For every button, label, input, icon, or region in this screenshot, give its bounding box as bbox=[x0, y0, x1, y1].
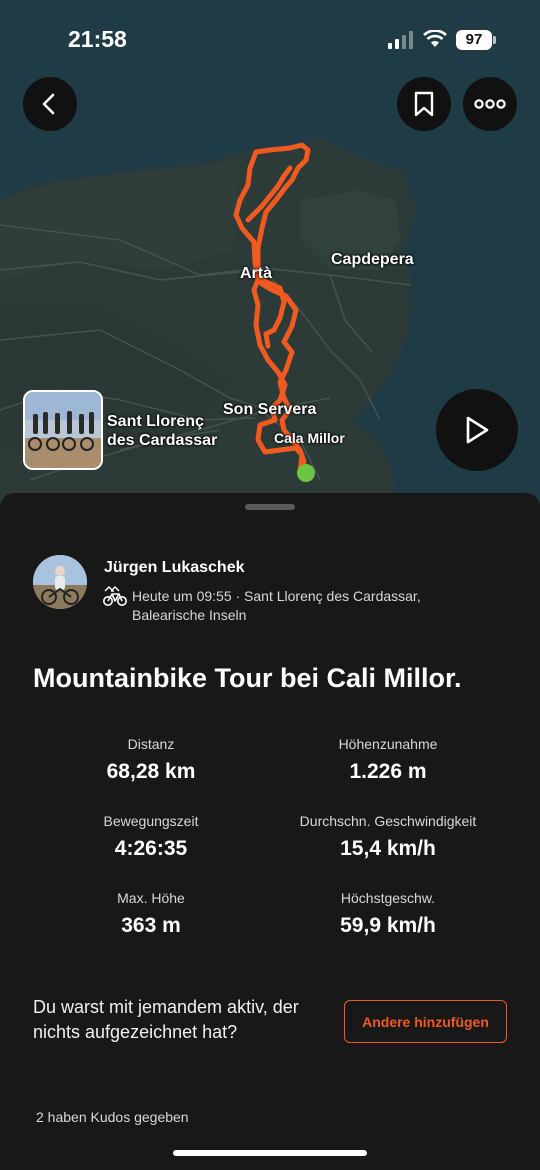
add-others-button[interactable]: Andere hinzufügen bbox=[344, 1000, 507, 1043]
activity-date-location: Heute um 09:55 · Sant Llorenç des Cardas… bbox=[132, 588, 421, 623]
more-dots-icon bbox=[474, 99, 506, 109]
athlete-avatar[interactable] bbox=[33, 555, 87, 609]
activity-title: Mountainbike Tour bei Cali Millor. bbox=[33, 663, 462, 693]
athlete-name[interactable]: Jürgen Lukaschek bbox=[104, 559, 245, 577]
group-photo-icon bbox=[25, 392, 101, 468]
stat-label: Max. Höhe bbox=[117, 890, 185, 906]
stat-distance: Distanz 68,28 km bbox=[31, 735, 271, 784]
stat-value: 1.226 m bbox=[349, 760, 427, 783]
sheet-grabber-handle[interactable] bbox=[245, 504, 295, 510]
activity-details-sheet: Jürgen Lukaschek Heute um 09:55 · Sant L… bbox=[0, 493, 540, 1170]
more-options-button[interactable] bbox=[463, 77, 517, 131]
flyover-play-button[interactable] bbox=[436, 389, 518, 471]
stat-value: 68,28 km bbox=[106, 760, 196, 783]
avatar-photo-icon bbox=[33, 555, 87, 609]
status-time: 21:58 bbox=[68, 26, 127, 52]
stat-max-speed: Höchstgeschw. 59,9 km/h bbox=[268, 889, 508, 938]
kudos-count[interactable]: 2 haben Kudos gegeben bbox=[36, 1109, 189, 1125]
stat-label: Distanz bbox=[127, 736, 175, 752]
stat-label: Bewegungszeit bbox=[103, 813, 199, 829]
stat-value: 4:26:35 bbox=[114, 837, 188, 860]
save-route-button[interactable] bbox=[397, 77, 451, 131]
status-bar: 21:58 97 bbox=[0, 0, 540, 80]
home-indicator bbox=[173, 1150, 367, 1156]
stat-label: Durchschn. Geschwindigkeit bbox=[299, 813, 477, 829]
map-label-capdepera: Capdepera bbox=[331, 251, 414, 268]
stat-value: 15,4 km/h bbox=[340, 837, 436, 860]
activity-photo-thumbnail[interactable] bbox=[23, 390, 103, 470]
add-partners-prompt: Du warst mit jemandem aktiv, der nichts … bbox=[33, 997, 299, 1042]
mountain-bike-icon bbox=[103, 586, 127, 606]
stat-value: 59,9 km/h bbox=[340, 914, 436, 937]
cellular-signal-icon bbox=[388, 31, 413, 49]
stat-label: Höhenzunahme bbox=[338, 736, 438, 752]
map-label-cala-millor: Cala Millor bbox=[274, 430, 345, 446]
back-button[interactable] bbox=[23, 77, 77, 131]
map-label-arta: Artà bbox=[240, 265, 273, 282]
stat-label: Höchstgeschw. bbox=[340, 890, 436, 906]
stat-average-speed: Durchschn. Geschwindigkeit 15,4 km/h bbox=[268, 812, 508, 861]
map-label-sant-llorenc: Sant Llorenç des Cardassar bbox=[107, 413, 218, 449]
chevron-left-icon bbox=[42, 93, 55, 115]
battery-tip bbox=[493, 36, 496, 44]
stat-elevation-gain: Höhenzunahme 1.226 m bbox=[268, 735, 508, 784]
battery-level: 97 bbox=[456, 30, 492, 50]
bookmark-icon bbox=[414, 91, 434, 117]
route-end-marker bbox=[297, 464, 315, 482]
map-label-son-servera: Son Servera bbox=[223, 401, 317, 418]
play-icon bbox=[466, 416, 489, 444]
wifi-icon bbox=[423, 30, 447, 47]
stat-value: 363 m bbox=[121, 914, 181, 937]
stat-max-elevation: Max. Höhe 363 m bbox=[31, 889, 271, 938]
stat-moving-time: Bewegungszeit 4:26:35 bbox=[31, 812, 271, 861]
